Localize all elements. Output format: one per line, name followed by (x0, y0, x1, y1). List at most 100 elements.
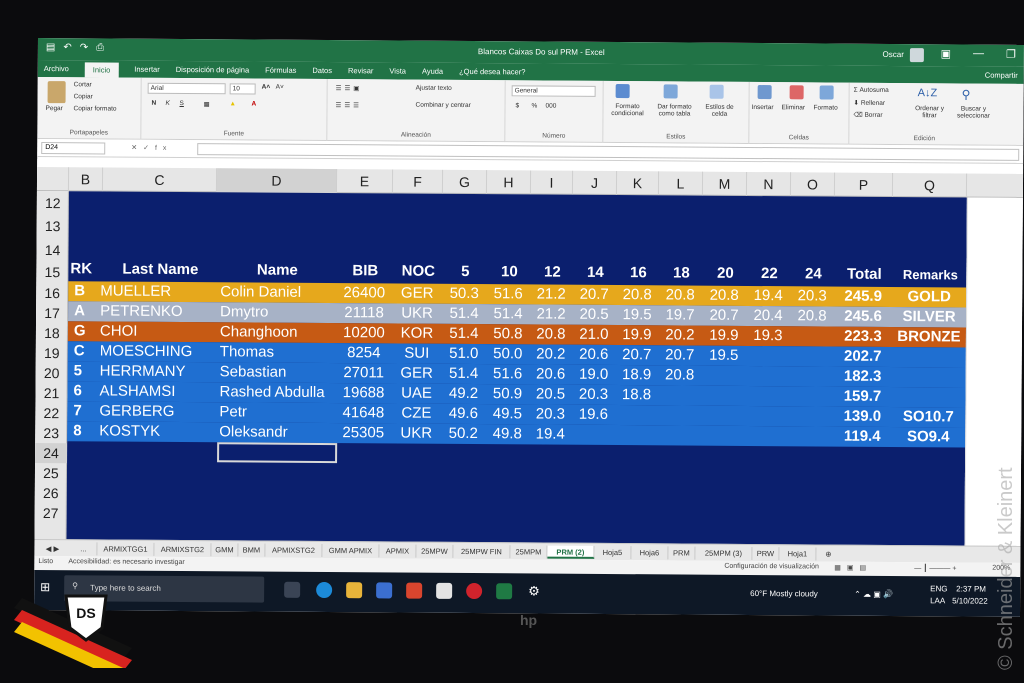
column-header-g[interactable]: G (442, 169, 488, 195)
clock-time[interactable]: 2:37 PM (956, 584, 986, 593)
view-mode-icons[interactable]: ▦▣▤ (834, 564, 872, 572)
conditional-format-button[interactable]: Formato condicional (605, 103, 649, 117)
merge-center-button[interactable]: Combinar y centrar (416, 102, 471, 109)
font-size-select[interactable]: 10 (229, 83, 256, 95)
column-header-o[interactable]: O (790, 172, 836, 197)
wrap-text-button[interactable]: Ajustar texto (416, 85, 452, 92)
sheet-tab[interactable]: APMIX (379, 544, 417, 558)
sheet-tab[interactable]: 25MPW FIN (453, 544, 511, 559)
row-header-22[interactable]: 22 (35, 403, 67, 423)
row-header-25[interactable]: 25 (35, 463, 67, 483)
cell-styles-icon[interactable] (709, 84, 724, 99)
keyboard-layout[interactable]: LAA (930, 596, 945, 605)
find-icon[interactable]: ⚲ (962, 87, 971, 101)
vertical-align-icons[interactable]: ☰☰▣ (336, 84, 363, 92)
sheet-tab[interactable]: APMIXSTG2 (265, 543, 323, 557)
save-icon[interactable]: ▤ (46, 42, 56, 53)
row-header-21[interactable]: 21 (35, 383, 67, 403)
column-header-d[interactable]: D (216, 168, 338, 194)
menu-tab-4[interactable]: Fórmulas (265, 66, 296, 75)
ribbon-display-icon[interactable]: ▣ (941, 47, 951, 60)
column-header-n[interactable]: N (746, 171, 792, 197)
share-button[interactable]: Compartir (985, 71, 1018, 80)
name-box[interactable]: D24 (41, 142, 106, 155)
copy-button[interactable]: Copiar (74, 93, 93, 100)
menu-tab-0[interactable]: Archivo (44, 64, 69, 73)
print-preview-icon[interactable]: ⎙ (96, 42, 104, 53)
row-header-15[interactable]: 15 (36, 261, 68, 283)
sheet-tab[interactable]: 25MPM (3) (695, 546, 753, 560)
maximize-icon[interactable]: ❐ (1006, 48, 1016, 61)
insert-cells-icon[interactable] (757, 85, 772, 100)
sheet-tab[interactable]: PRM (2) (547, 545, 595, 559)
opera-icon[interactable] (466, 583, 483, 600)
menu-tab-2[interactable]: Insertar (134, 65, 159, 74)
sheet-tab[interactable]: Hoja6 (631, 546, 669, 560)
sheet-tab[interactable]: PRM (668, 546, 696, 560)
delete-cells-icon[interactable] (789, 85, 804, 100)
task-view-icon[interactable] (284, 581, 301, 598)
menu-tab-3[interactable]: Disposición de página (176, 65, 249, 75)
sort-filter-icon[interactable]: A↓Z (918, 87, 938, 99)
fill-button[interactable]: ⬇ Rellenar (854, 99, 886, 107)
conditional-format-icon[interactable] (615, 84, 630, 99)
mail-icon[interactable] (376, 582, 393, 599)
user-name[interactable]: Oscar (883, 50, 904, 59)
sheet-nav-icon[interactable]: ◀ ▶ (38, 542, 66, 555)
edge-icon[interactable] (316, 581, 333, 599)
zoom-slider[interactable]: — ┃ ——— + (914, 564, 956, 572)
row-header-27[interactable]: 27 (35, 503, 67, 523)
minimize-icon[interactable]: — (973, 48, 984, 61)
underline-button[interactable]: S (180, 100, 184, 107)
column-header-m[interactable]: M (702, 171, 748, 196)
row-header-17[interactable]: 17 (36, 303, 68, 323)
row-header-23[interactable]: 23 (35, 423, 67, 443)
number-format-select[interactable]: General (511, 85, 596, 97)
sheet-tab[interactable]: Hoja5 (594, 545, 632, 560)
clear-button[interactable]: ⌫ Borrar (853, 111, 882, 119)
row-header-19[interactable]: 19 (36, 343, 68, 363)
column-header-i[interactable]: I (530, 170, 574, 195)
selected-cell-d24[interactable] (217, 442, 338, 464)
autosum-button[interactable]: Σ Autosuma (854, 87, 889, 94)
redo-icon[interactable]: ↷ (80, 42, 88, 53)
font-name-select[interactable]: Arial (147, 82, 226, 95)
font-color-icon[interactable]: A (252, 100, 257, 107)
language-indicator[interactable]: ENG (930, 584, 947, 593)
store-icon[interactable] (436, 582, 453, 599)
shrink-font-icon[interactable]: A˅ (276, 84, 284, 91)
menu-tab-5[interactable]: Datos (312, 66, 332, 75)
column-header-p[interactable]: P (834, 172, 894, 197)
grow-font-icon[interactable]: A˄ (262, 84, 271, 91)
column-header-e[interactable]: E (336, 169, 394, 194)
paste-button[interactable]: Pegar (45, 105, 62, 112)
column-header-j[interactable]: J (572, 170, 618, 196)
row-header-16[interactable]: 16 (36, 283, 68, 303)
sheet-tab[interactable]: ARMIXTGG1 (97, 542, 155, 556)
sheet-tab[interactable]: Hoja1 (779, 547, 817, 561)
sort-filter-button[interactable]: Ordenar y filtrar (909, 105, 949, 119)
column-header-f[interactable]: F (392, 169, 444, 194)
column-header-q[interactable]: Q (892, 172, 968, 198)
thousands-button[interactable]: 000 (546, 103, 557, 110)
weather-widget[interactable]: 60°F Mostly cloudy (750, 589, 818, 598)
sheet-tab[interactable]: GMM (211, 543, 239, 557)
column-header-b[interactable]: B (68, 167, 104, 192)
currency-button[interactable]: $ (516, 102, 520, 109)
fx-icon[interactable]: fx (155, 145, 173, 152)
bold-button[interactable]: N (152, 100, 157, 107)
cell-styles-button[interactable]: Estilos de celda (699, 104, 739, 118)
select-all-corner[interactable] (36, 166, 70, 192)
row-header-12[interactable]: 12 (37, 193, 69, 213)
row-header-14[interactable]: 14 (36, 239, 68, 261)
menu-tab-8[interactable]: Ayuda (422, 67, 443, 76)
format-painter-button[interactable]: Copiar formato (73, 105, 116, 112)
sheet-tab[interactable]: ARMIXSTG2 (154, 542, 212, 557)
file-explorer-icon[interactable] (346, 582, 363, 599)
sheet-tab[interactable]: PRW (752, 547, 780, 561)
undo-icon[interactable]: ↶ (63, 42, 71, 53)
column-header-r[interactable]: R (1014, 173, 1024, 199)
sheet-tab[interactable]: GMM APMIX (322, 543, 380, 558)
horizontal-align-icons[interactable]: ☰☰☰ (336, 101, 363, 109)
column-header-l[interactable]: L (658, 171, 704, 196)
